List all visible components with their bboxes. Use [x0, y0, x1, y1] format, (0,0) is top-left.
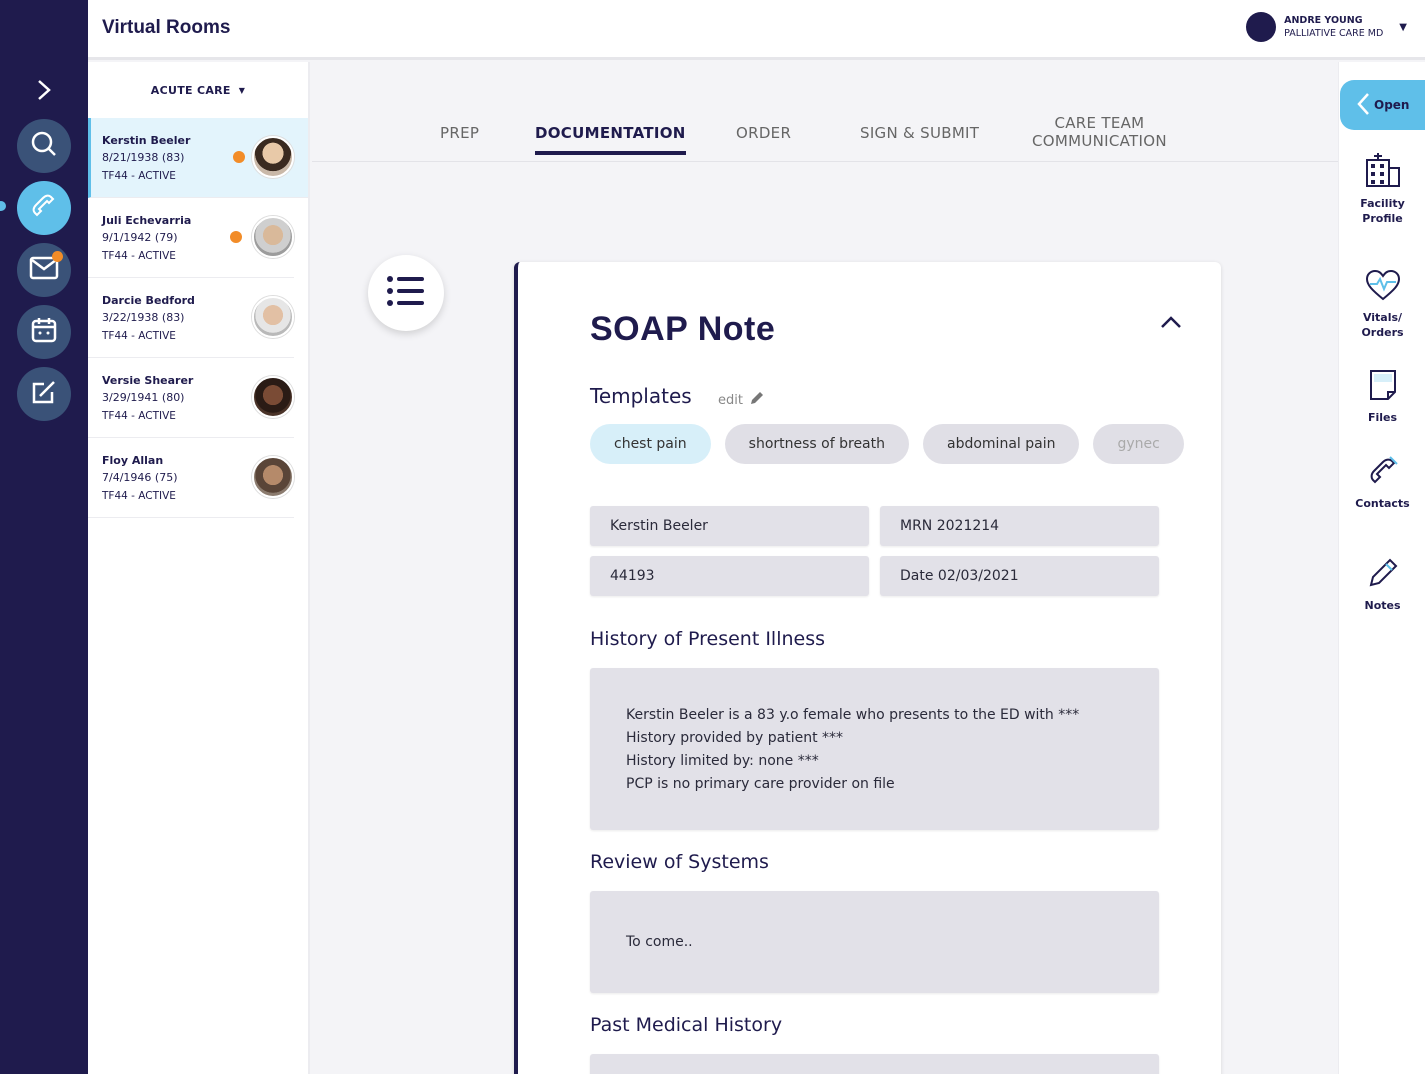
page-title: SOAP Note — [590, 310, 776, 348]
tab-label-line: COMMUNICATION — [1032, 132, 1167, 150]
template-chip[interactable]: gynec — [1093, 424, 1184, 464]
ros-textarea[interactable]: To come.. — [590, 891, 1159, 993]
template-chip[interactable]: abdominal pain — [923, 424, 1080, 464]
hpi-line: History limited by: none *** — [626, 753, 819, 769]
avatar — [252, 376, 294, 418]
sidebar-item-label: Notes — [1364, 599, 1401, 612]
pencil-icon — [743, 390, 765, 410]
tab-prep[interactable]: PREP — [440, 124, 479, 142]
sidebar-item-notes[interactable]: Notes — [1339, 556, 1425, 613]
list-item[interactable]: Darcie Bedford 3/22/1938 (83) TF44 - ACT… — [88, 278, 294, 358]
phone-icon — [29, 191, 59, 225]
pmh-textarea[interactable] — [590, 1054, 1159, 1074]
sidebar-item-label: Facility Profile — [1360, 197, 1405, 225]
avatar[interactable] — [1246, 12, 1277, 42]
alert-dot — [233, 151, 245, 163]
care-filter-dropdown[interactable]: ACUTE CARE ▼ — [88, 62, 308, 118]
alert-dot — [230, 231, 242, 243]
sidebar-item-files[interactable]: Files — [1339, 368, 1425, 425]
tab-label-line: CARE TEAM — [1054, 114, 1145, 132]
caret-down-icon[interactable]: ▼ — [1399, 22, 1407, 33]
list-item[interactable]: Kerstin Beeler 8/21/1938 (83) TF44 - ACT… — [88, 118, 308, 198]
user-menu[interactable]: ANDRE YOUNG PALLIATIVE CARE MD ▼ — [1246, 12, 1407, 42]
search-icon — [30, 130, 58, 162]
tab-documentation[interactable]: DOCUMENTATION — [535, 124, 686, 155]
sidebar-item-facility-profile[interactable]: Facility Profile — [1339, 150, 1425, 226]
list-item[interactable]: Floy Allan 7/4/1946 (75) TF44 - ACTIVE — [88, 438, 294, 518]
active-indicator — [0, 201, 6, 211]
care-filter-label: ACUTE CARE — [150, 83, 231, 97]
sidebar-item-label: Vitals/ Orders — [1361, 311, 1404, 339]
edit-templates-link[interactable]: edit — [718, 390, 765, 410]
template-chip[interactable]: shortness of breath — [724, 424, 909, 464]
calendar-icon — [30, 316, 58, 348]
search-button[interactable] — [17, 119, 71, 173]
notification-dot — [52, 251, 63, 262]
sidebar-item-label: Files — [1367, 411, 1398, 424]
left-nav-rail — [0, 0, 88, 1074]
avatar — [252, 456, 294, 498]
calls-button[interactable] — [17, 181, 71, 235]
heart-pulse-icon — [1364, 269, 1402, 306]
file-icon — [1368, 370, 1398, 406]
avatar — [252, 296, 294, 338]
patient-list: ACUTE CARE ▼ Kerstin Beeler 8/21/1938 (8… — [88, 62, 310, 1074]
avatar — [252, 216, 294, 258]
section-title-ros: Review of Systems — [590, 851, 769, 873]
calendar-button[interactable] — [17, 305, 71, 359]
app-title: Virtual Rooms — [102, 17, 231, 38]
top-header: Virtual Rooms ANDRE YOUNG PALLIATIVE CAR… — [88, 0, 1425, 60]
building-icon — [1364, 153, 1402, 192]
date-field[interactable]: Date 02/03/2021 — [880, 556, 1159, 596]
outline-menu-button[interactable] — [368, 255, 444, 331]
templates-label: Templates — [590, 384, 692, 408]
collapse-button[interactable] — [1160, 314, 1182, 333]
user-role: PALLIATIVE CARE MD — [1284, 28, 1384, 39]
list-item[interactable]: Juli Echevarria 9/1/1942 (79) TF44 - ACT… — [88, 198, 294, 278]
caret-down-icon: ▼ — [238, 85, 246, 95]
avatar — [252, 136, 294, 178]
right-sidebar: Open Facility Profile Vitals/ Orders Fil… — [1338, 62, 1425, 1074]
hpi-textarea[interactable]: Kerstin Beeler is a 83 y.o female who pr… — [590, 668, 1159, 830]
edit-label: edit — [718, 392, 743, 408]
hpi-line: History provided by patient *** — [626, 730, 844, 746]
chevron-up-icon — [1160, 314, 1182, 333]
zip-field[interactable]: 44193 — [590, 556, 869, 596]
sidebar-item-label: Contacts — [1355, 497, 1410, 510]
soap-note-card: SOAP Note Templates edit chest pain shor… — [514, 262, 1221, 1074]
tab-order[interactable]: ORDER — [736, 124, 791, 142]
user-name: ANDRE YOUNG — [1284, 15, 1363, 26]
chevron-left-icon — [1356, 92, 1374, 119]
list-icon — [387, 275, 425, 311]
sidebar-item-vitals-orders[interactable]: Vitals/ Orders — [1339, 268, 1425, 340]
workflow-tabs: PREP DOCUMENTATION ORDER SIGN & SUBMIT C… — [312, 62, 1338, 162]
list-item[interactable]: Versie Shearer 3/29/1941 (80) TF44 - ACT… — [88, 358, 294, 438]
section-title-pmh: Past Medical History — [590, 1014, 783, 1036]
open-label: Open — [1374, 98, 1410, 112]
open-panel-button[interactable]: Open — [1340, 80, 1425, 130]
template-chips: chest pain shortness of breath abdominal… — [590, 424, 1198, 464]
tab-sign-submit[interactable]: SIGN & SUBMIT — [860, 124, 979, 142]
compose-button[interactable] — [17, 367, 71, 421]
hpi-line: PCP is no primary care provider on file — [626, 776, 895, 792]
mrn-field[interactable]: MRN 2021214 — [880, 506, 1159, 546]
sidebar-item-contacts[interactable]: Contacts — [1339, 454, 1425, 511]
ros-text: To come.. — [626, 934, 693, 950]
chevron-right-icon[interactable] — [28, 74, 60, 106]
messages-button[interactable] — [17, 243, 71, 297]
hpi-line: Kerstin Beeler is a 83 y.o female who pr… — [626, 707, 1080, 723]
pencil-icon — [1366, 558, 1400, 594]
template-chip[interactable]: chest pain — [590, 424, 711, 464]
edit-icon — [30, 378, 58, 410]
tab-care-team-communication[interactable]: CARE TEAM COMMUNICATION — [1032, 114, 1167, 150]
phone-icon — [1366, 456, 1400, 492]
patient-name-field[interactable]: Kerstin Beeler — [590, 506, 869, 546]
section-title-hpi: History of Present Illness — [590, 628, 826, 650]
